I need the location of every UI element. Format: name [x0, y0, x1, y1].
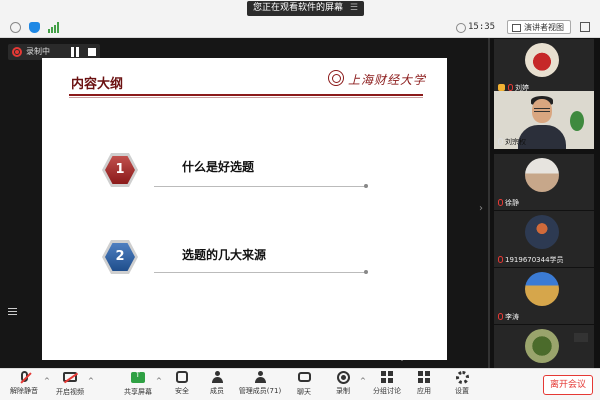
- chat-button[interactable]: 聊天: [292, 371, 316, 399]
- slide-title: 内容大纲: [71, 77, 124, 92]
- raise-hand-icon: [498, 84, 505, 91]
- outline-number-badge: 2: [102, 240, 138, 274]
- stop-recording-button[interactable]: [88, 48, 96, 56]
- participant-gallery: 刘婷 刘宗权 徐静 1919670344学员 李涛: [488, 38, 600, 368]
- unmute-label: 解除静音: [10, 387, 38, 395]
- manage-participants-button[interactable]: 管理成员(71): [238, 371, 282, 399]
- settings-button[interactable]: 设置: [450, 371, 474, 399]
- chevron-up-icon[interactable]: ^: [44, 377, 50, 385]
- avatar: [525, 43, 559, 77]
- university-logo: 上海财经大学: [328, 69, 427, 89]
- start-video-button[interactable]: 开启视频: [52, 371, 88, 399]
- apps-button[interactable]: 应用: [412, 371, 436, 399]
- mic-muted-icon: [20, 371, 28, 382]
- unmute-button[interactable]: 解除静音: [4, 371, 44, 399]
- shield-icon: [176, 371, 188, 383]
- record-label: 录制: [336, 387, 350, 395]
- video-off-icon: [574, 333, 588, 342]
- fullscreen-icon[interactable]: [580, 22, 590, 32]
- people-icon: [254, 371, 267, 384]
- chevron-up-icon[interactable]: ^: [88, 377, 94, 385]
- top-bar: 您正在观看软件的屏幕 ☰ 15:35 演讲者视图: [0, 0, 600, 38]
- record-icon: [336, 371, 350, 384]
- avatar: [525, 272, 559, 306]
- participant-tile-active-speaker[interactable]: 刘宗权: [494, 91, 594, 149]
- start-video-label: 开启视频: [56, 388, 84, 396]
- share-banner[interactable]: 您正在观看软件的屏幕 ☰: [247, 1, 364, 16]
- outline-underline: [154, 270, 368, 274]
- presentation-slide: 内容大纲 上海财经大学 1 什么是好选题 2 选题的几大来源: [42, 58, 447, 360]
- leave-meeting-button[interactable]: 离开会议: [543, 375, 593, 395]
- info-icon[interactable]: [10, 22, 21, 33]
- outline-number: 1: [105, 156, 135, 184]
- person-icon: [211, 371, 224, 384]
- participant-name: 1919670344学员: [505, 256, 564, 264]
- mic-icon: [498, 138, 503, 145]
- university-name: 上海财经大学: [348, 73, 427, 87]
- chat-label: 聊天: [297, 388, 311, 396]
- breakout-rooms-icon: [381, 371, 393, 383]
- avatar: [525, 215, 559, 249]
- title-divider: [69, 94, 423, 96]
- outline-number: 2: [105, 243, 135, 271]
- camera-off-icon: [63, 372, 77, 382]
- participant-name: 刘宗权: [505, 138, 526, 146]
- participant-tile[interactable]: 1919670344学员: [494, 211, 594, 267]
- chevron-up-icon[interactable]: ^: [360, 377, 366, 385]
- record-icon: [12, 47, 22, 57]
- participant-tile[interactable]: 李涛: [494, 268, 594, 324]
- university-seal-icon: [328, 70, 344, 86]
- participant-tile[interactable]: 刘婷: [494, 39, 594, 95]
- meeting-window: 您正在观看软件的屏幕 ☰ 15:35 演讲者视图 录制中 内容大纲 上海财经大学…: [0, 0, 600, 400]
- share-banner-text: 您正在观看软件的屏幕: [253, 3, 344, 13]
- apps-icon: [418, 371, 430, 383]
- share-screen-icon: [131, 370, 145, 383]
- shared-screen: 录制中 内容大纲 上海财经大学 1 什么是好选题 2 选题的几大来源 ›: [0, 38, 488, 368]
- share-screen-button[interactable]: 共享屏幕: [120, 370, 156, 399]
- outline-underline: [154, 184, 368, 188]
- breakout-rooms-button[interactable]: 分组讨论: [370, 371, 404, 399]
- breakout-rooms-label: 分组讨论: [373, 387, 401, 395]
- meeting-timer: 15:35: [455, 22, 496, 33]
- settings-label: 设置: [455, 387, 469, 395]
- record-button[interactable]: 录制: [328, 371, 358, 399]
- gear-icon: [455, 371, 469, 384]
- outline-item: 什么是好选题: [182, 160, 255, 174]
- pause-recording-button[interactable]: [70, 47, 80, 57]
- participants-label: 成员: [210, 387, 224, 395]
- collapse-gallery-icon[interactable]: ›: [479, 203, 483, 214]
- chevron-up-icon[interactable]: ^: [156, 377, 162, 385]
- security-button[interactable]: 安全: [170, 371, 194, 399]
- recording-label: 录制中: [26, 47, 50, 56]
- list-icon[interactable]: [8, 308, 17, 316]
- meeting-toolbar: 解除静音 ^ 开启视频 ^ 共享屏幕 ^ 安全 成员 管理成员(71) 聊天: [0, 368, 600, 400]
- mouse-cursor-icon: [399, 356, 405, 361]
- title-divider-thin: [69, 97, 423, 98]
- manage-participants-label: 管理成员(71): [238, 387, 282, 395]
- participant-name: 李涛: [505, 313, 519, 321]
- apps-label: 应用: [417, 387, 431, 395]
- outline-item: 选题的几大来源: [182, 248, 267, 262]
- view-toggle-button[interactable]: 演讲者视图: [507, 20, 571, 34]
- participant-tile[interactable]: [494, 325, 594, 368]
- participants-button[interactable]: 成员: [204, 371, 230, 399]
- avatar: [525, 158, 559, 192]
- mic-muted-icon: [508, 84, 513, 91]
- security-label: 安全: [175, 387, 189, 395]
- mic-muted-icon: [498, 199, 503, 206]
- outline-number-badge: 1: [102, 153, 138, 187]
- menu-icon[interactable]: ☰: [350, 3, 358, 13]
- avatar: [525, 329, 559, 363]
- chat-icon: [297, 372, 311, 382]
- participant-tile[interactable]: 徐静: [494, 154, 594, 210]
- mic-muted-icon: [498, 313, 503, 320]
- participant-name: 徐静: [505, 199, 519, 207]
- share-screen-label: 共享屏幕: [124, 388, 152, 396]
- shield-icon[interactable]: [29, 22, 40, 33]
- signal-icon[interactable]: [48, 22, 60, 33]
- mic-muted-icon: [498, 256, 503, 263]
